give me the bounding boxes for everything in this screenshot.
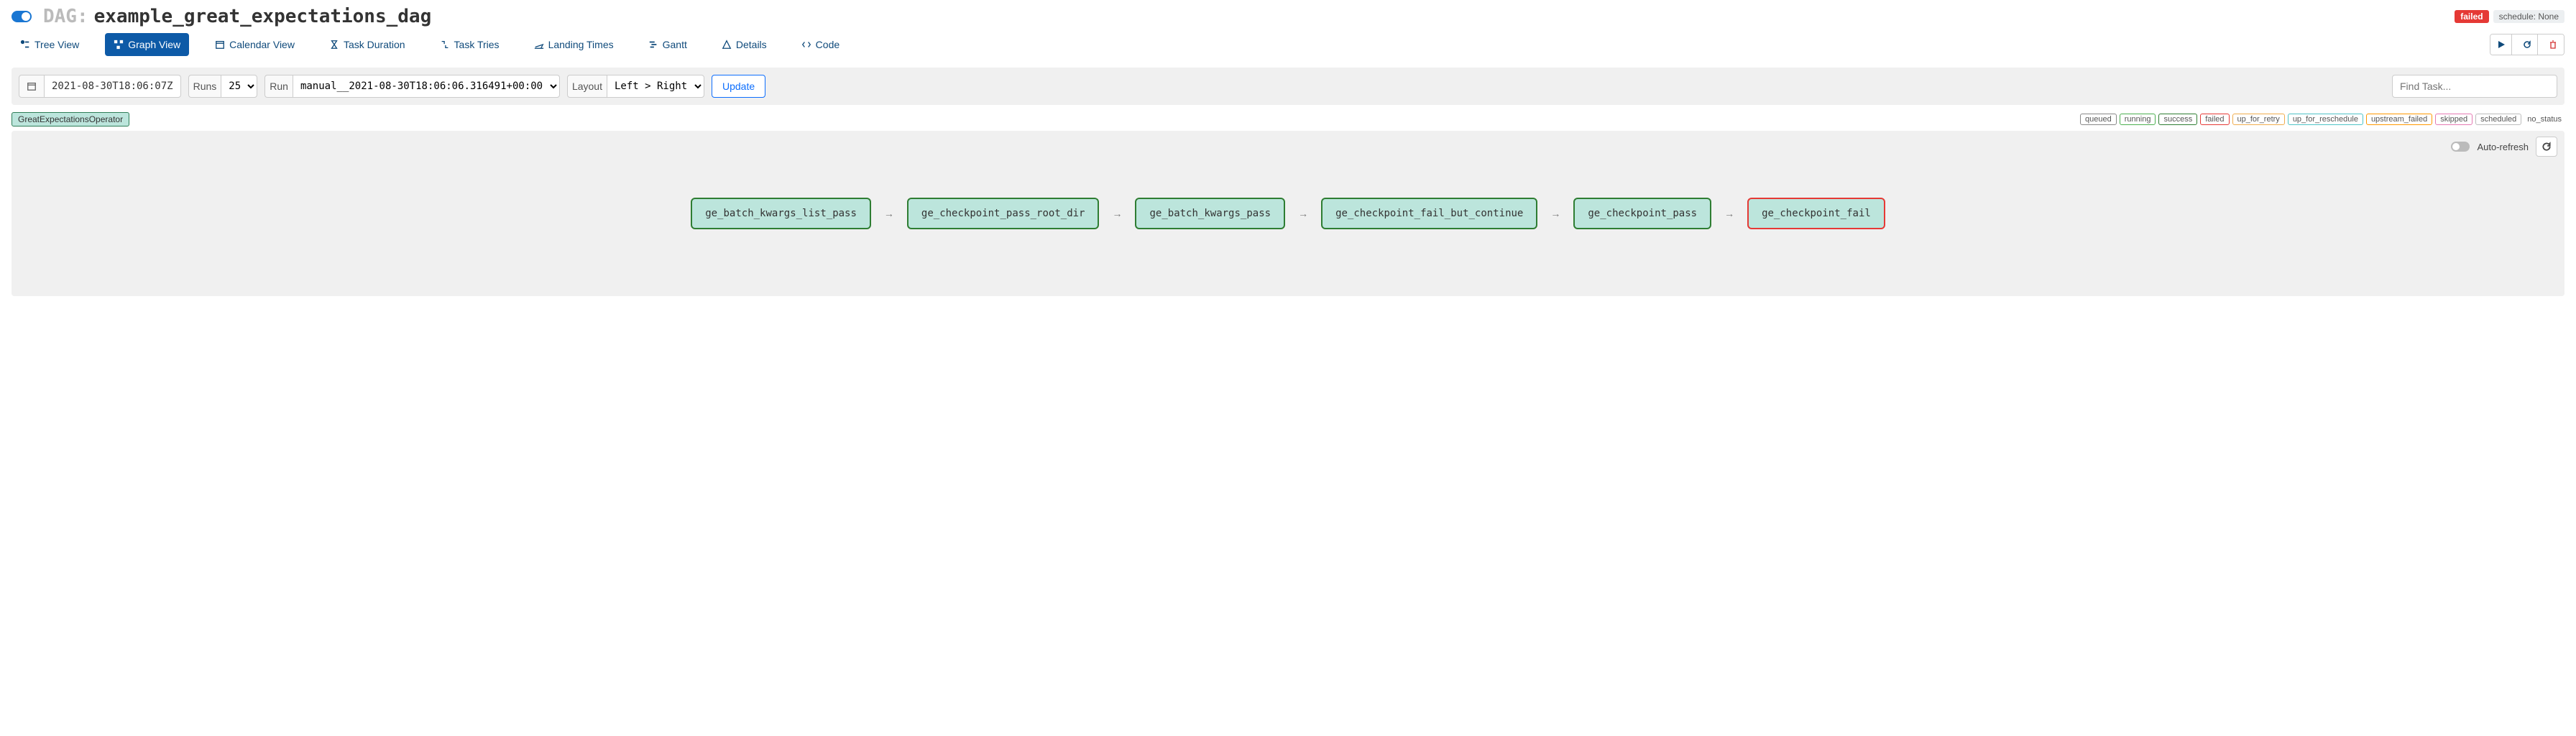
dag-name: example_great_expectations_dag	[94, 6, 432, 27]
layout-label: Layout	[567, 75, 607, 98]
update-button[interactable]: Update	[712, 75, 765, 98]
tab-label: Task Duration	[344, 39, 405, 50]
code-icon	[801, 40, 811, 50]
calendar-icon	[215, 40, 225, 50]
status-legend-success[interactable]: success	[2158, 114, 2197, 125]
status-legend-running[interactable]: running	[2120, 114, 2156, 125]
task-node-ge_batch_kwargs_list_pass[interactable]: ge_batch_kwargs_list_pass	[691, 198, 871, 229]
tab-task-duration[interactable]: Task Duration	[321, 33, 414, 56]
tab-landing-times[interactable]: Landing Times	[525, 33, 622, 56]
task-node-ge_checkpoint_pass_root_dir[interactable]: ge_checkpoint_pass_root_dir	[907, 198, 1100, 229]
runs-select[interactable]: 25	[221, 75, 257, 98]
edge-arrow: →	[1550, 208, 1560, 219]
status-legend-failed[interactable]: failed	[2200, 114, 2229, 125]
tab-label: Graph View	[128, 39, 180, 50]
tab-label: Task Tries	[454, 39, 500, 50]
canvas-refresh-button[interactable]	[2536, 137, 2557, 157]
task-node-ge_batch_kwargs_pass[interactable]: ge_batch_kwargs_pass	[1135, 198, 1285, 229]
tree-icon	[20, 40, 30, 50]
landing-icon	[534, 40, 544, 50]
graph-canvas[interactable]: Auto-refresh ge_batch_kwargs_list_pass→g…	[12, 131, 2564, 296]
base-date-display[interactable]: 2021-08-30T18:06:07Z	[45, 75, 181, 98]
legend-row: GreatExpectationsOperator queuedrunnings…	[0, 105, 2576, 131]
edge-arrow: →	[1724, 208, 1734, 219]
date-picker-button[interactable]	[19, 75, 45, 98]
auto-refresh-toggle[interactable]	[2451, 142, 2470, 152]
tab-graph-view[interactable]: Graph View	[105, 33, 189, 56]
tab-label: Details	[736, 39, 767, 50]
run-select[interactable]: manual__2021-08-30T18:06:06.316491+00:00	[293, 75, 560, 98]
page-header: DAG: example_great_expectations_dag fail…	[0, 0, 2576, 30]
edge-arrow: →	[1112, 208, 1122, 219]
find-task-input[interactable]	[2392, 75, 2557, 98]
schedule-badge[interactable]: schedule: None	[2493, 10, 2564, 23]
tab-label: Tree View	[34, 39, 79, 50]
dag-label: DAG:	[43, 6, 88, 27]
tab-label: Landing Times	[548, 39, 614, 50]
hourglass-icon	[329, 40, 339, 50]
tab-label: Gantt	[663, 39, 687, 50]
warning-icon	[722, 40, 732, 50]
tab-tree-view[interactable]: Tree View	[12, 33, 88, 56]
status-badge-failed: failed	[2455, 10, 2488, 23]
edge-arrow: →	[1298, 208, 1308, 219]
status-legend-queued[interactable]: queued	[2080, 114, 2117, 125]
delete-button[interactable]	[2542, 34, 2564, 55]
status-legend-up_for_retry[interactable]: up_for_retry	[2232, 114, 2285, 125]
tab-task-tries[interactable]: Task Tries	[431, 33, 508, 56]
run-label: Run	[264, 75, 293, 98]
tab-label: Calendar View	[229, 39, 295, 50]
task-node-ge_checkpoint_fail_but_continue[interactable]: ge_checkpoint_fail_but_continue	[1321, 198, 1537, 229]
edge-arrow: →	[884, 208, 894, 219]
dag-actions	[2490, 34, 2564, 55]
gantt-icon	[648, 40, 658, 50]
tab-code[interactable]: Code	[793, 33, 848, 56]
tab-gantt[interactable]: Gantt	[640, 33, 696, 56]
tab-calendar-view[interactable]: Calendar View	[206, 33, 303, 56]
task-node-ge_checkpoint_fail[interactable]: ge_checkpoint_fail	[1747, 198, 1885, 229]
graph-icon	[114, 40, 124, 50]
refresh-button[interactable]	[2516, 34, 2538, 55]
status-legend-upstream_failed[interactable]: upstream_failed	[2366, 114, 2432, 125]
task-graph: ge_batch_kwargs_list_pass → ge_checkpoint_…	[12, 198, 2564, 229]
layout-select[interactable]: Left > Right	[607, 75, 704, 98]
task-node-ge_checkpoint_pass[interactable]: ge_checkpoint_pass	[1573, 198, 1711, 229]
auto-refresh-label: Auto-refresh	[2477, 142, 2529, 152]
status-legend-no_status[interactable]: no_status	[2524, 114, 2564, 124]
status-legend-skipped[interactable]: skipped	[2435, 114, 2472, 125]
dag-enabled-toggle[interactable]	[12, 11, 32, 22]
status-legend-up_for_reschedule[interactable]: up_for_reschedule	[2288, 114, 2363, 125]
retry-icon	[440, 40, 450, 50]
status-legend-scheduled[interactable]: scheduled	[2475, 114, 2521, 125]
operator-badge[interactable]: GreatExpectationsOperator	[12, 112, 129, 126]
tab-label: Code	[816, 39, 840, 50]
status-legend: queuedrunningsuccessfailedup_for_retryup…	[2080, 114, 2564, 125]
graph-controls: 2021-08-30T18:06:07Z Runs 25 Run manual_…	[12, 68, 2564, 105]
tab-details[interactable]: Details	[713, 33, 776, 56]
view-tabs: Tree View Graph View Calendar View Task …	[0, 30, 2576, 68]
trigger-dag-button[interactable]	[2490, 34, 2512, 55]
runs-label: Runs	[188, 75, 221, 98]
